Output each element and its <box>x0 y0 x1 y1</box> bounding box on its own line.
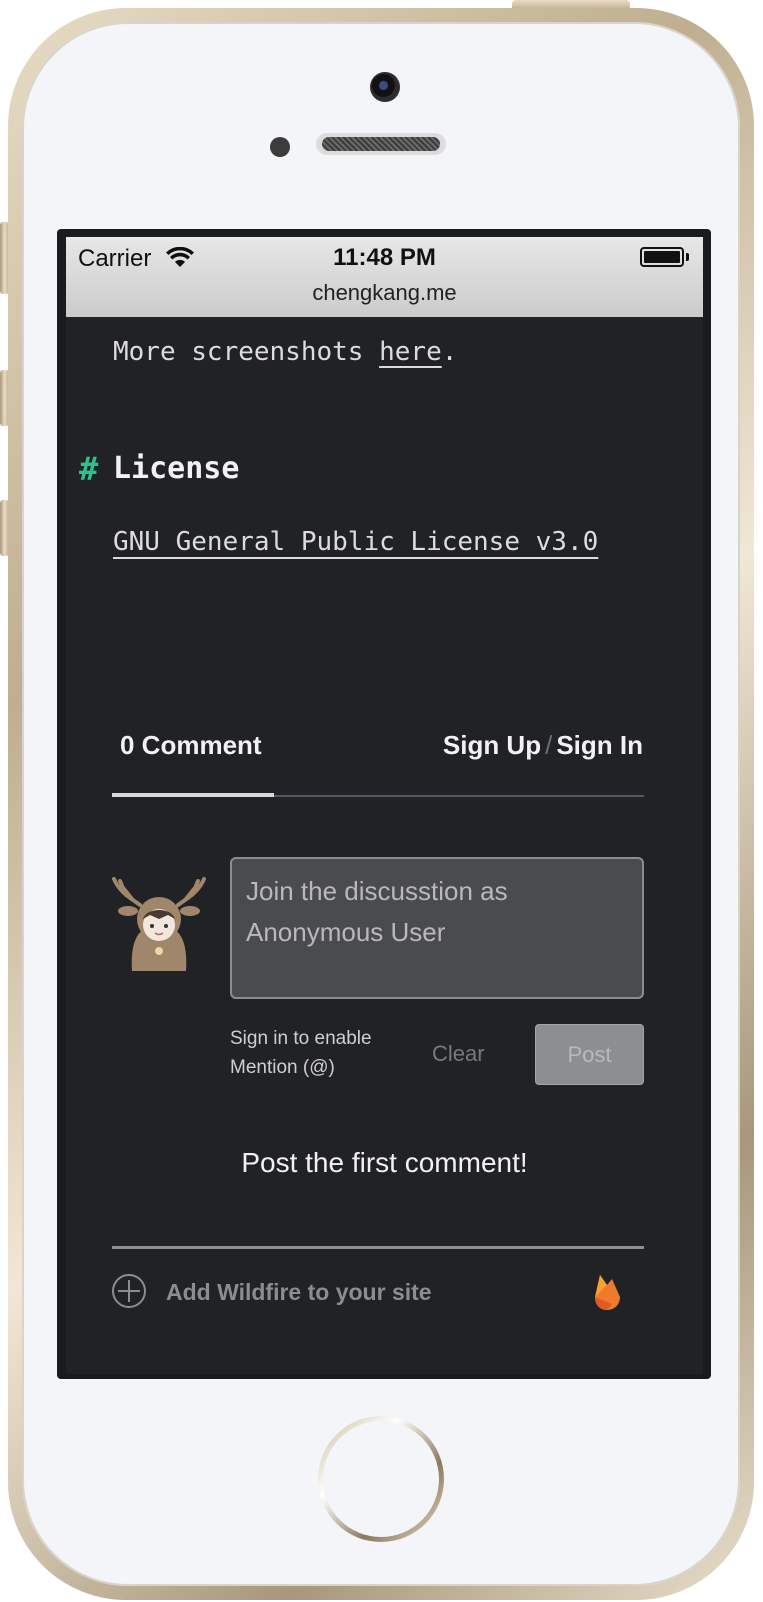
license-heading: License <box>113 451 240 486</box>
active-tab-indicator <box>112 793 274 797</box>
clear-button[interactable]: Clear <box>432 1041 485 1067</box>
heading-anchor-hash[interactable]: # <box>79 450 98 488</box>
deer-avatar-icon <box>112 877 206 971</box>
status-bar: Carrier 11:48 PM chengkang.me <box>66 237 703 317</box>
sign-in-link[interactable]: Sign In <box>556 730 643 760</box>
here-link[interactable]: here <box>379 337 442 367</box>
comment-input[interactable]: Join the discusstion as Anonymous User <box>230 857 644 999</box>
auth-separator: / <box>545 730 553 760</box>
sign-up-link[interactable]: Sign Up <box>443 730 541 760</box>
footer-divider <box>112 1246 644 1249</box>
status-time: 11:48 PM <box>333 244 436 271</box>
firebase-flame-icon[interactable] <box>592 1273 622 1311</box>
empty-comments-message: Post the first comment! <box>241 1147 528 1178</box>
more-prefix: More screenshots <box>113 337 380 367</box>
proximity-sensor <box>270 137 290 157</box>
earpiece-speaker <box>316 133 446 155</box>
front-camera-icon <box>370 72 400 102</box>
screen: Carrier 11:48 PM chengkang.me More scree… <box>66 237 703 1374</box>
auth-links: Sign Up / Sign In <box>443 730 643 761</box>
add-wildfire-link[interactable]: Add Wildfire to your site <box>166 1279 432 1306</box>
mention-hint: Sign in to enable Mention (@) <box>230 1024 372 1082</box>
battery-tip <box>686 253 689 261</box>
post-button[interactable]: Post <box>535 1024 644 1085</box>
address-url[interactable]: chengkang.me <box>66 280 703 306</box>
more-screenshots-text: More screenshots here. <box>113 337 457 367</box>
hint-line-1: Sign in to enable <box>230 1028 372 1049</box>
plus-circle-icon[interactable] <box>111 1273 147 1309</box>
home-button[interactable] <box>318 1416 444 1542</box>
more-suffix: . <box>441 337 458 367</box>
comment-count-tab[interactable]: 0 Comment <box>120 730 262 761</box>
hint-line-2: Mention (@) <box>230 1057 335 1078</box>
gpl-license-link[interactable]: GNU General Public License v3.0 <box>113 527 598 557</box>
battery-icon <box>640 247 684 267</box>
